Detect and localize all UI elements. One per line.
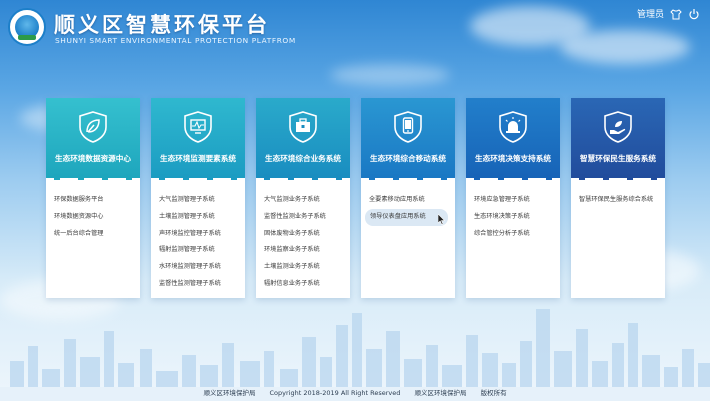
card-title: 生态环境综合业务系统 (265, 154, 341, 163)
card-data-resource-center[interactable]: 生态环境数据资源中心 环保数据服务平台 环境数据资源中心 统一后台综合管理 (46, 98, 140, 298)
hand-icon (604, 111, 632, 143)
user-icon[interactable] (670, 8, 682, 20)
list-item-hovered[interactable]: 领导仪表盘应用系统 (365, 208, 448, 226)
card-item-list: 环保数据服务平台 环境数据资源中心 统一后台综合管理 (54, 192, 138, 242)
card-item-list: 环境应急管理子系统 生态环境决策子系统 综合管控分析子系统 (474, 192, 558, 242)
card-item-list: 大气监测业务子系统 监督性监测业务子系统 固体废物业务子系统 环境监察业务子系统… (264, 192, 348, 293)
card-title: 生态环境监测要素系统 (160, 154, 236, 163)
footer-rights: 版权所有 (480, 389, 507, 397)
card-title: 生态环境决策支持系统 (475, 154, 551, 163)
mobile-icon (394, 111, 422, 143)
list-item[interactable]: 综合管控分析子系统 (474, 226, 558, 243)
logo (8, 8, 46, 46)
list-item[interactable]: 大气监测业务子系统 (264, 192, 348, 209)
card-title: 生态环境综合移动系统 (370, 154, 446, 163)
briefcase-icon (289, 111, 317, 143)
card-item-list: 智慧环保民生服务综合系统 (579, 192, 663, 209)
list-item[interactable]: 环境应急管理子系统 (474, 192, 558, 209)
power-icon[interactable] (688, 8, 700, 20)
list-item[interactable]: 土壤监测业务子系统 (264, 259, 348, 276)
list-item[interactable]: 声环境监控管理子系统 (159, 226, 243, 243)
card-monitoring-system[interactable]: 生态环境监测要素系统 大气监测管理子系统 土壤监测管理子系统 声环境监控管理子系… (151, 98, 245, 298)
list-item[interactable]: 生态环境决策子系统 (474, 209, 558, 226)
cloud (560, 30, 690, 64)
card-title: 智慧环保民生服务系统 (580, 154, 656, 163)
card-title: 生态环境数据资源中心 (55, 154, 131, 163)
list-item[interactable]: 环保数据服务平台 (54, 192, 138, 209)
card-business-system[interactable]: 生态环境综合业务系统 大气监测业务子系统 监督性监测业务子系统 固体废物业务子系… (256, 98, 350, 298)
list-item[interactable]: 大气监测管理子系统 (159, 192, 243, 209)
mouse-cursor-icon (438, 214, 446, 225)
list-item[interactable]: 土壤监测管理子系统 (159, 209, 243, 226)
platform-subtitle: SHUNYI SMART ENVIRONMENTAL PROTECTION PL… (55, 36, 296, 45)
city-skyline (0, 309, 710, 401)
list-item[interactable]: 环境监察业务子系统 (264, 242, 348, 259)
leaf-icon (79, 111, 107, 143)
platform-title: 顺义区智慧环保平台 (54, 13, 270, 37)
system-cards: 生态环境数据资源中心 环保数据服务平台 环境数据资源中心 统一后台综合管理 生态… (46, 98, 666, 298)
list-item[interactable]: 全要素移动应用系统 (369, 192, 453, 209)
list-item[interactable]: 监督性监测业务子系统 (264, 209, 348, 226)
list-item[interactable]: 辐射信息业务子系统 (264, 276, 348, 293)
list-item[interactable]: 统一后台综合管理 (54, 226, 138, 243)
card-item-list: 大气监测管理子系统 土壤监测管理子系统 声环境监控管理子系统 辐射监测管理子系统… (159, 192, 243, 293)
header-user-area: 管理员 (637, 7, 700, 20)
list-item[interactable]: 环境数据资源中心 (54, 209, 138, 226)
cloud (330, 64, 450, 86)
footer-org: 顺义区环境保护局 (203, 389, 256, 397)
footer-org-2: 顺义区环境保护局 (414, 389, 467, 397)
monitor-icon (184, 111, 212, 143)
card-decision-system[interactable]: 生态环境决策支持系统 环境应急管理子系统 生态环境决策子系统 综合管控分析子系统 (466, 98, 560, 298)
footer: 顺义区环境保护局 Copyright 2018-2019 All Right R… (0, 387, 710, 397)
list-item[interactable]: 智慧环保民生服务综合系统 (579, 192, 663, 209)
list-item[interactable]: 固体废物业务子系统 (264, 226, 348, 243)
username[interactable]: 管理员 (637, 7, 664, 20)
list-item[interactable]: 辐射监测管理子系统 (159, 242, 243, 259)
list-item[interactable]: 监督性监测管理子系统 (159, 276, 243, 293)
card-mobile-system[interactable]: 生态环境综合移动系统 全要素移动应用系统 领导仪表盘应用系统 (361, 98, 455, 298)
card-livelihood-service[interactable]: 智慧环保民生服务系统 智慧环保民生服务综合系统 (571, 98, 665, 298)
alarm-icon (499, 111, 527, 143)
footer-copyright: Copyright 2018-2019 All Right Reserved (269, 389, 401, 397)
list-item[interactable]: 水环境监测管理子系统 (159, 259, 243, 276)
